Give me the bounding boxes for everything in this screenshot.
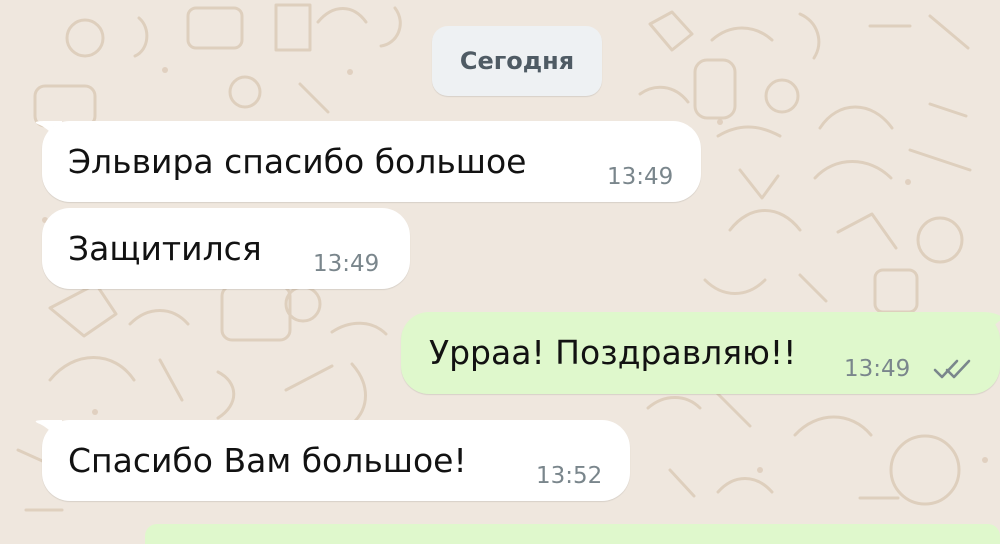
message-text: Эльвира спасибо большое [68,142,527,181]
outgoing-message-partial [145,524,1000,544]
message-text: Защитился [68,229,262,268]
message-text: Урраа! Поздравляю!! [429,333,797,372]
double-check-icon [933,359,971,379]
message-time: 13:52 [536,463,603,489]
message-time: 13:49 [313,251,380,277]
message-time: 13:49 [844,356,911,382]
incoming-message[interactable]: Защитился 13:49 [42,208,410,289]
date-separator: Сегодня [432,26,602,96]
incoming-message[interactable]: Эльвира спасибо большое 13:49 [42,121,701,202]
message-time: 13:49 [607,164,674,190]
incoming-message[interactable]: Спасибо Вам большое! 13:52 [42,420,630,501]
message-text: Спасибо Вам большое! [68,441,467,480]
outgoing-message[interactable]: Урраа! Поздравляю!! 13:49 [401,312,1000,394]
